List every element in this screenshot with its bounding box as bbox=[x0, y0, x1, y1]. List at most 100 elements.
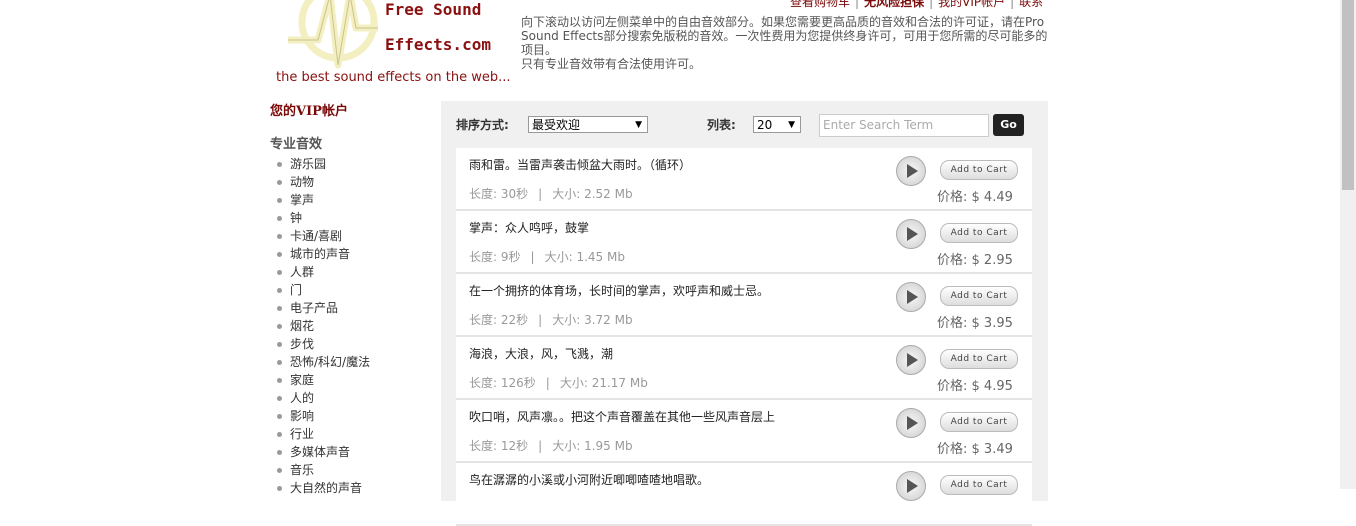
link-guarantee[interactable]: 无风险担保 bbox=[864, 0, 924, 9]
item-price: 价格: $ 3.95 bbox=[937, 312, 1013, 331]
sort-label: 排序方式: bbox=[456, 118, 509, 132]
play-icon[interactable] bbox=[896, 471, 926, 501]
add-to-cart-button[interactable]: Add to Cart bbox=[940, 412, 1018, 432]
sound-item: 在一个拥挤的体育场，长时间的掌声，欢呼声和威士忌。 Add to Cart 长度: … bbox=[456, 274, 1032, 337]
sidebar-item[interactable]: 动物 bbox=[270, 173, 370, 191]
price-label: 价格: bbox=[937, 442, 968, 457]
duration-label: 长度: bbox=[469, 439, 498, 453]
item-price: 价格: $ 4.95 bbox=[937, 375, 1013, 394]
list-value: 20 bbox=[757, 118, 773, 132]
sidebar-item[interactable]: 行业 bbox=[270, 425, 370, 443]
top-links: 查看购物车 | 无风险担保 | 我的VIP帐户 | 联系 bbox=[790, 0, 1043, 10]
size-value: 1.95 Mb bbox=[584, 439, 633, 453]
list-select[interactable]: 20 ▼ bbox=[753, 116, 801, 133]
duration-label: 长度: bbox=[469, 313, 498, 327]
size-label: 大小: bbox=[559, 376, 588, 390]
size-value: 3.72 Mb bbox=[584, 313, 633, 327]
play-icon[interactable] bbox=[896, 345, 926, 375]
sort-select[interactable]: 最受欢迎 ▼ bbox=[528, 116, 648, 133]
size-label: 大小: bbox=[552, 313, 581, 327]
main-panel: 排序方式: 最受欢迎 ▼ 列表: 20 ▼ Enter Search Term Go… bbox=[441, 101, 1048, 526]
add-to-cart-button[interactable]: Add to Cart bbox=[940, 223, 1018, 243]
add-to-cart-button[interactable]: Add to Cart bbox=[940, 160, 1018, 180]
play-icon[interactable] bbox=[896, 408, 926, 438]
sound-item: 雨和雷。当雷声袭击倾盆大雨时。（循环） Add to Cart 长度: 30秒 | 大小… bbox=[456, 148, 1032, 211]
item-meta: 长度: 12秒 | 大小: 1.95 Mb bbox=[469, 439, 633, 453]
sound-item: 鸟在潺潺的小溪或小河附近唧唧喳喳地唱歌。 Add to Cart bbox=[456, 463, 1032, 526]
item-price: 价格: $ 3.49 bbox=[937, 438, 1013, 457]
sidebar-item[interactable]: 家庭 bbox=[270, 371, 370, 389]
intro-note: 只有专业音效带有合法使用许可。 bbox=[521, 57, 702, 71]
sidebar-item[interactable]: 人群 bbox=[270, 263, 370, 281]
duration-label: 长度: bbox=[469, 187, 498, 201]
logo-text-1: Free Sound bbox=[385, 0, 482, 19]
sidebar-item[interactable]: 钟 bbox=[270, 209, 370, 227]
size-value: 21.17 Mb bbox=[591, 376, 648, 390]
section-heading: 专业音效 bbox=[270, 137, 323, 152]
intro-text: 向下滚动以访问左侧菜单中的自由音效部分。如果您需要更高品质的音效和合法的许可证，… bbox=[521, 15, 1056, 71]
price-label: 价格: bbox=[937, 190, 968, 205]
logo-graphic[interactable] bbox=[278, 0, 388, 70]
item-title[interactable]: 掌声：众人鸣呼，鼓掌 bbox=[469, 219, 589, 236]
size-label: 大小: bbox=[552, 187, 581, 201]
size-label: 大小: bbox=[552, 439, 581, 453]
sidebar-item[interactable]: 卡通/喜剧 bbox=[270, 227, 370, 245]
item-title[interactable]: 海浪，大浪，风，飞溅，潮 bbox=[469, 345, 613, 362]
vip-account-link[interactable]: 您的VIP帐户 bbox=[270, 100, 370, 119]
sort-value: 最受欢迎 bbox=[532, 118, 581, 132]
go-button[interactable]: Go bbox=[993, 114, 1024, 136]
sidebar-item[interactable]: 影响 bbox=[270, 407, 370, 425]
price-value: $ 4.95 bbox=[971, 379, 1013, 394]
price-label: 价格: bbox=[937, 316, 968, 331]
item-title[interactable]: 吹口哨，风声凛。。把这个声音覆盖在其他一些风声音层上 bbox=[469, 408, 775, 425]
link-contact[interactable]: 联系 bbox=[1019, 0, 1043, 9]
scrollbar[interactable] bbox=[1340, 0, 1356, 489]
sidebar-item[interactable]: 大自然的声音 bbox=[270, 479, 370, 497]
price-value: $ 3.49 bbox=[971, 442, 1013, 457]
add-to-cart-button[interactable]: Add to Cart bbox=[940, 349, 1018, 369]
sidebar-item[interactable]: 城市的声音 bbox=[270, 245, 370, 263]
item-title[interactable]: 鸟在潺潺的小溪或小河附近唧唧喳喳地唱歌。 bbox=[469, 471, 709, 488]
sidebar-item[interactable]: 游乐园 bbox=[270, 155, 370, 173]
sidebar-item[interactable]: 人的 bbox=[270, 389, 370, 407]
price-value: $ 3.95 bbox=[971, 316, 1013, 331]
sound-item: 掌声：众人鸣呼，鼓掌 Add to Cart 长度: 9秒 | 大小: 1.45 Mb 价… bbox=[456, 211, 1032, 274]
item-price: 价格: $ 4.49 bbox=[937, 186, 1013, 205]
link-vip[interactable]: 我的VIP帐户 bbox=[938, 0, 1005, 9]
sidebar-item[interactable]: 烟花 bbox=[270, 317, 370, 335]
sidebar-item[interactable]: 掌声 bbox=[270, 191, 370, 209]
play-icon[interactable] bbox=[896, 156, 926, 186]
logo-text-2: Effects.com bbox=[385, 35, 491, 54]
sidebar-item[interactable]: 电子产品 bbox=[270, 299, 370, 317]
sidebar-item[interactable]: 恐怖/科幻/魔法 bbox=[270, 353, 370, 371]
add-to-cart-button[interactable]: Add to Cart bbox=[940, 475, 1018, 495]
play-icon[interactable] bbox=[896, 219, 926, 249]
duration-label: 长度: bbox=[469, 250, 498, 264]
price-label: 价格: bbox=[937, 379, 968, 394]
play-icon[interactable] bbox=[896, 282, 926, 312]
link-cart[interactable]: 查看购物车 bbox=[790, 0, 850, 9]
price-value: $ 2.95 bbox=[971, 253, 1013, 268]
size-value: 2.52 Mb bbox=[584, 187, 633, 201]
duration-value: 9秒 bbox=[500, 250, 521, 264]
sidebar-item[interactable]: 门 bbox=[270, 281, 370, 299]
item-price: 价格: $ 2.95 bbox=[937, 249, 1013, 268]
sidebar-item[interactable]: 音乐 bbox=[270, 461, 370, 479]
sound-item: 海浪，大浪，风，飞溅，潮 Add to Cart 长度: 126秒 | 大小: 21.1… bbox=[456, 337, 1032, 400]
sidebar-item[interactable]: 步伐 bbox=[270, 335, 370, 353]
dropdown-arrow-icon: ▼ bbox=[788, 120, 795, 130]
duration-value: 126秒 bbox=[500, 376, 536, 390]
add-to-cart-button[interactable]: Add to Cart bbox=[940, 286, 1018, 306]
sidebar-item[interactable]: 多媒体声音 bbox=[270, 443, 370, 461]
intro-paragraph: 向下滚动以访问左侧菜单中的自由音效部分。如果您需要更高品质的音效和合法的许可证，… bbox=[521, 15, 1048, 57]
item-title[interactable]: 在一个拥挤的体育场，长时间的掌声，欢呼声和威士忌。 bbox=[469, 282, 769, 299]
tagline: the best sound effects on the web... bbox=[276, 70, 511, 85]
item-title[interactable]: 雨和雷。当雷声袭击倾盆大雨时。（循环） bbox=[469, 156, 691, 173]
price-label: 价格: bbox=[937, 253, 968, 268]
dropdown-arrow-icon: ▼ bbox=[635, 120, 642, 130]
search-input[interactable]: Enter Search Term bbox=[819, 114, 989, 137]
size-value: 1.45 Mb bbox=[576, 250, 625, 264]
sound-item: 吹口哨，风声凛。。把这个声音覆盖在其他一些风声音层上 Add to Cart 长度:… bbox=[456, 400, 1032, 463]
item-meta: 长度: 9秒 | 大小: 1.45 Mb bbox=[469, 250, 625, 264]
scrollbar-thumb[interactable] bbox=[1342, 0, 1354, 190]
